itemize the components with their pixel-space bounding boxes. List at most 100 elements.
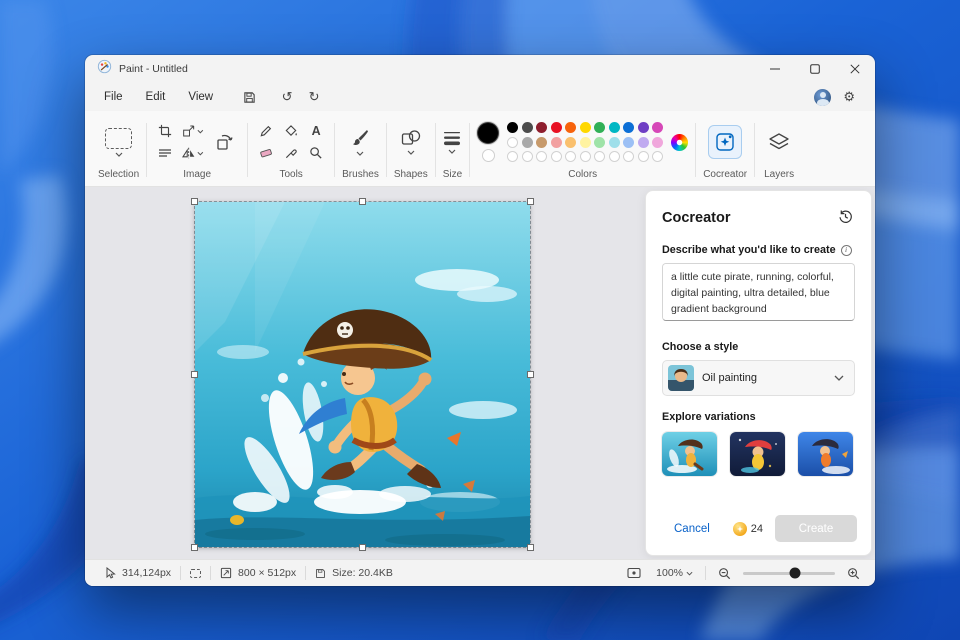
selection-options-button[interactable] <box>154 144 176 163</box>
color-swatch[interactable] <box>623 122 634 133</box>
close-button[interactable] <box>835 55 875 83</box>
color-swatch[interactable] <box>609 137 620 148</box>
color-swatch[interactable] <box>652 137 663 148</box>
group-label-shapes: Shapes <box>394 167 428 183</box>
resize-button[interactable] <box>182 122 204 141</box>
color-swatch[interactable] <box>638 151 649 162</box>
zoom-in-button[interactable] <box>844 565 863 582</box>
account-avatar[interactable] <box>814 89 831 106</box>
color-swatch[interactable] <box>623 137 634 148</box>
color-swatch[interactable] <box>580 151 591 162</box>
resize-handle-n[interactable] <box>359 198 366 205</box>
color-swatch[interactable] <box>652 122 663 133</box>
menu-file[interactable]: File <box>93 87 134 107</box>
magnifier-tool-button[interactable] <box>305 143 327 162</box>
color-swatch[interactable] <box>594 151 605 162</box>
primary-color-swatch[interactable] <box>477 122 499 144</box>
menu-edit[interactable]: Edit <box>135 87 177 107</box>
crop-button[interactable] <box>154 122 176 141</box>
settings-gear-icon[interactable]: ⚙ <box>843 89 855 105</box>
minimize-button[interactable] <box>755 55 795 83</box>
color-swatch[interactable] <box>536 151 547 162</box>
pencil-tool-button[interactable] <box>255 121 277 140</box>
color-picker-tool-button[interactable] <box>280 143 302 162</box>
size-button[interactable] <box>443 130 461 154</box>
color-swatch[interactable] <box>594 137 605 148</box>
rotate-button[interactable] <box>210 127 240 157</box>
color-swatch[interactable] <box>623 151 634 162</box>
cocreator-button[interactable] <box>708 125 742 159</box>
style-dropdown[interactable]: Oil painting <box>662 360 855 396</box>
color-swatch[interactable] <box>638 137 649 148</box>
color-swatch[interactable] <box>565 137 576 148</box>
resize-handle-s[interactable] <box>359 544 366 551</box>
shapes-button[interactable] <box>401 129 421 155</box>
selection-tool-button[interactable] <box>105 128 132 157</box>
variation-thumbnail-1[interactable] <box>662 432 717 476</box>
color-swatch[interactable] <box>580 122 591 133</box>
save-icon <box>243 91 256 104</box>
ribbon-toolbar: Selection <box>85 111 875 187</box>
resize-handle-nw[interactable] <box>191 198 198 205</box>
color-swatch[interactable] <box>609 151 620 162</box>
color-swatch[interactable] <box>594 122 605 133</box>
text-tool-button[interactable]: A <box>305 121 327 140</box>
titlebar[interactable]: Paint - Untitled <box>85 55 875 83</box>
color-swatch[interactable] <box>507 137 518 148</box>
redo-button[interactable]: ↻ <box>301 86 327 108</box>
color-swatch[interactable] <box>565 122 576 133</box>
layers-icon <box>767 132 791 152</box>
chevron-down-icon <box>356 151 364 156</box>
zoom-out-button[interactable] <box>715 565 734 582</box>
color-swatch[interactable] <box>551 122 562 133</box>
zoom-fit-button[interactable] <box>624 565 644 581</box>
resize-handle-e[interactable] <box>527 371 534 378</box>
secondary-color-swatch[interactable] <box>482 149 495 162</box>
layers-button[interactable] <box>762 125 796 159</box>
canvas-area[interactable]: Cocreator Describe what you'd like to cr… <box>85 187 875 559</box>
history-button[interactable] <box>836 207 855 229</box>
ribbon-group-selection: Selection <box>93 114 144 186</box>
save-button[interactable] <box>236 86 262 108</box>
color-swatch[interactable] <box>609 122 620 133</box>
group-label-image: Image <box>183 167 211 183</box>
color-swatch[interactable] <box>638 122 649 133</box>
group-label-cocreator: Cocreator <box>703 167 747 183</box>
create-button[interactable]: Create <box>775 515 857 542</box>
prompt-input[interactable]: a little cute pirate, running, colorful,… <box>662 263 855 321</box>
variation-thumbnail-3[interactable] <box>798 432 853 476</box>
zoom-slider[interactable] <box>743 572 835 575</box>
zoom-level-dropdown[interactable]: 100% <box>653 565 696 581</box>
color-swatch[interactable] <box>565 151 576 162</box>
describe-label: Describe what you'd like to create <box>662 244 836 256</box>
info-icon[interactable]: i <box>841 245 852 256</box>
color-swatch[interactable] <box>536 122 547 133</box>
color-swatch[interactable] <box>522 122 533 133</box>
menu-view[interactable]: View <box>177 87 224 107</box>
fill-tool-button[interactable] <box>280 121 302 140</box>
color-swatch[interactable] <box>536 137 547 148</box>
resize-handle-ne[interactable] <box>527 198 534 205</box>
color-swatch[interactable] <box>522 137 533 148</box>
color-swatch[interactable] <box>522 151 533 162</box>
flip-button[interactable] <box>182 144 204 163</box>
zoom-slider-thumb[interactable] <box>789 568 800 579</box>
color-swatch[interactable] <box>507 122 518 133</box>
resize-handle-w[interactable] <box>191 371 198 378</box>
color-swatch[interactable] <box>507 151 518 162</box>
undo-button[interactable]: ↺ <box>274 86 300 108</box>
resize-handle-sw[interactable] <box>191 544 198 551</box>
color-swatch[interactable] <box>551 137 562 148</box>
edit-colors-button[interactable] <box>671 134 688 151</box>
resize-handle-se[interactable] <box>527 544 534 551</box>
canvas-image[interactable] <box>195 202 530 547</box>
color-swatch[interactable] <box>551 151 562 162</box>
color-swatch[interactable] <box>580 137 591 148</box>
cancel-button[interactable]: Cancel <box>674 523 710 535</box>
color-swatch[interactable] <box>652 151 663 162</box>
variation-thumbnail-2[interactable] <box>730 432 785 476</box>
maximize-button[interactable] <box>795 55 835 83</box>
brushes-button[interactable] <box>350 128 370 156</box>
selection-icon <box>105 128 132 149</box>
eraser-tool-button[interactable] <box>255 143 277 162</box>
